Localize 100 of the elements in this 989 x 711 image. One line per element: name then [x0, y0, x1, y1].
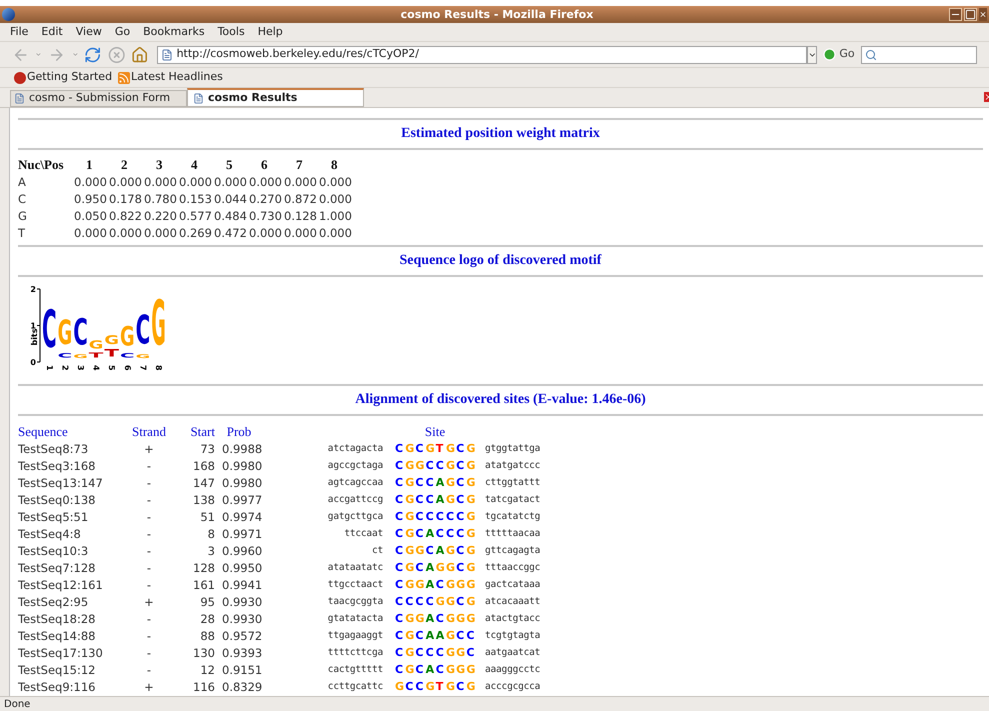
site-base: G: [446, 662, 456, 678]
column-header: Sequence: [18, 422, 69, 441]
menu-item[interactable]: Go: [114, 24, 130, 40]
site-base: G: [456, 645, 466, 662]
go-button[interactable]: Go: [823, 46, 855, 63]
window-title: cosmo Results - Mozilla Firefox: [400, 7, 594, 23]
caret-icon[interactable]: [35, 51, 42, 58]
site-base: A: [436, 628, 446, 644]
start-cell-text: 51: [199, 508, 215, 526]
minimize-icon[interactable]: [949, 8, 962, 21]
browser-tab[interactable]: cosmo - Submission Form: [10, 90, 187, 107]
search-field[interactable]: [860, 46, 977, 64]
logo-letter: G: [151, 287, 168, 360]
site-base: C: [395, 526, 404, 542]
table-cell-text: 0.472: [214, 225, 248, 242]
site-base: C: [395, 662, 404, 678]
prob-cell-text: 0.9988: [221, 440, 263, 458]
site-base: C: [456, 475, 466, 492]
site-base: G: [446, 441, 456, 458]
menu-item[interactable]: Tools: [218, 24, 245, 40]
site-base: G: [405, 577, 416, 594]
prob-cell-text: 0.9960: [221, 542, 263, 560]
site-base: T: [436, 679, 444, 696]
strand-cell-text: -: [146, 492, 152, 509]
prob-cell-text: 0.9930: [221, 610, 263, 628]
table-cell-text: C: [18, 191, 28, 208]
close-icon[interactable]: [979, 8, 987, 21]
table-cell-text: 0.484: [214, 208, 248, 225]
table-cell-text: 0.577: [179, 208, 213, 225]
site-base: C: [466, 628, 476, 644]
table-cell-text: 1.000: [319, 208, 353, 225]
section-heading: Estimated position weight matrix: [401, 126, 600, 142]
sequence-cell-text: TestSeq3:168: [18, 458, 96, 475]
menu-item[interactable]: View: [76, 24, 102, 40]
right-flank: acccgcgcca: [485, 680, 540, 694]
bookmark-link[interactable]: Latest Headlines: [131, 69, 223, 86]
site-base: G: [446, 458, 456, 474]
section-heading: Alignment of discovered sites (E-value: 1.46e-06): [355, 392, 646, 408]
menu-item[interactable]: File: [10, 24, 28, 40]
sequence-cell-text: TestSeq18:28: [18, 610, 96, 628]
stop-icon[interactable]: [108, 46, 126, 64]
site-base: G: [466, 662, 476, 678]
site-base: G: [436, 594, 446, 610]
table-cell-text: G: [18, 208, 28, 225]
right-flank: atcacaaatt: [485, 595, 540, 610]
reload-icon[interactable]: [84, 46, 102, 64]
start-cell-text: 161: [192, 576, 215, 594]
site-base: G: [466, 526, 476, 542]
site-base: C: [426, 645, 435, 662]
caret-icon[interactable]: [72, 51, 78, 58]
site-base: G: [456, 611, 466, 628]
left-flank: ct: [370, 544, 383, 558]
dropdown-icon[interactable]: [806, 46, 818, 64]
site-base: G: [446, 577, 456, 594]
menu-item[interactable]: Bookmarks: [143, 24, 205, 40]
browser-tab[interactable]: cosmo Results: [187, 88, 364, 107]
site-base: G: [426, 679, 436, 696]
sequence-cell-text: TestSeq5:51: [18, 508, 90, 526]
site-base: G: [405, 458, 416, 474]
strand-cell-text: -: [146, 610, 152, 628]
site-base: G: [405, 645, 416, 662]
prob-cell-text: 0.9980: [221, 474, 263, 492]
url-text: http://cosmoweb.berkeley.edu/res/cTCyOP2/: [176, 46, 419, 62]
site-base: C: [395, 509, 404, 526]
sequence-cell-text: TestSeq0:138: [18, 492, 96, 509]
section-heading: Sequence logo of discovered motif: [400, 253, 602, 270]
right-flank: gtggtattga: [485, 442, 540, 456]
menu-item[interactable]: Edit: [41, 24, 63, 40]
site-base: G: [415, 611, 426, 628]
position-label: 8: [154, 365, 163, 371]
table-cell-text: 0.000: [284, 225, 318, 242]
right-flank: tgcatatctg: [485, 510, 540, 524]
site-base: A: [426, 628, 436, 644]
home-icon[interactable]: [131, 46, 149, 64]
right-flank: gttcagagta: [485, 544, 540, 558]
address-field[interactable]: http://cosmoweb.berkeley.edu/res/cTCyOP2/: [156, 46, 807, 64]
table-cell-text: 0.780: [144, 191, 178, 208]
menu-item[interactable]: Help: [258, 24, 283, 40]
feed-icon: [118, 72, 130, 84]
sequence-cell-text: TestSeq10:3: [18, 542, 90, 560]
site-base: G: [456, 662, 466, 678]
left-flank: agtcagccaa: [326, 476, 383, 490]
bookmark-link[interactable]: Getting Started: [27, 69, 112, 86]
site-base: C: [426, 475, 435, 492]
strand-cell-text: -: [146, 662, 152, 679]
site-base: G: [466, 679, 476, 696]
maximize-icon[interactable]: [964, 8, 977, 21]
column-header: 1: [85, 156, 94, 174]
site-base: G: [446, 475, 456, 492]
site-base: G: [446, 645, 456, 662]
site-base: C: [415, 560, 424, 576]
logo-letter: C: [73, 312, 89, 354]
start-cell-text: 28: [199, 610, 215, 628]
site-base: C: [395, 492, 404, 508]
site-base: C: [456, 441, 466, 458]
site-base: G: [446, 594, 456, 610]
sequence-cell-text: TestSeq15:12: [18, 662, 96, 679]
site-base: C: [456, 543, 466, 560]
site-base: G: [405, 543, 416, 560]
table-cell-text: 0.000: [144, 225, 178, 242]
